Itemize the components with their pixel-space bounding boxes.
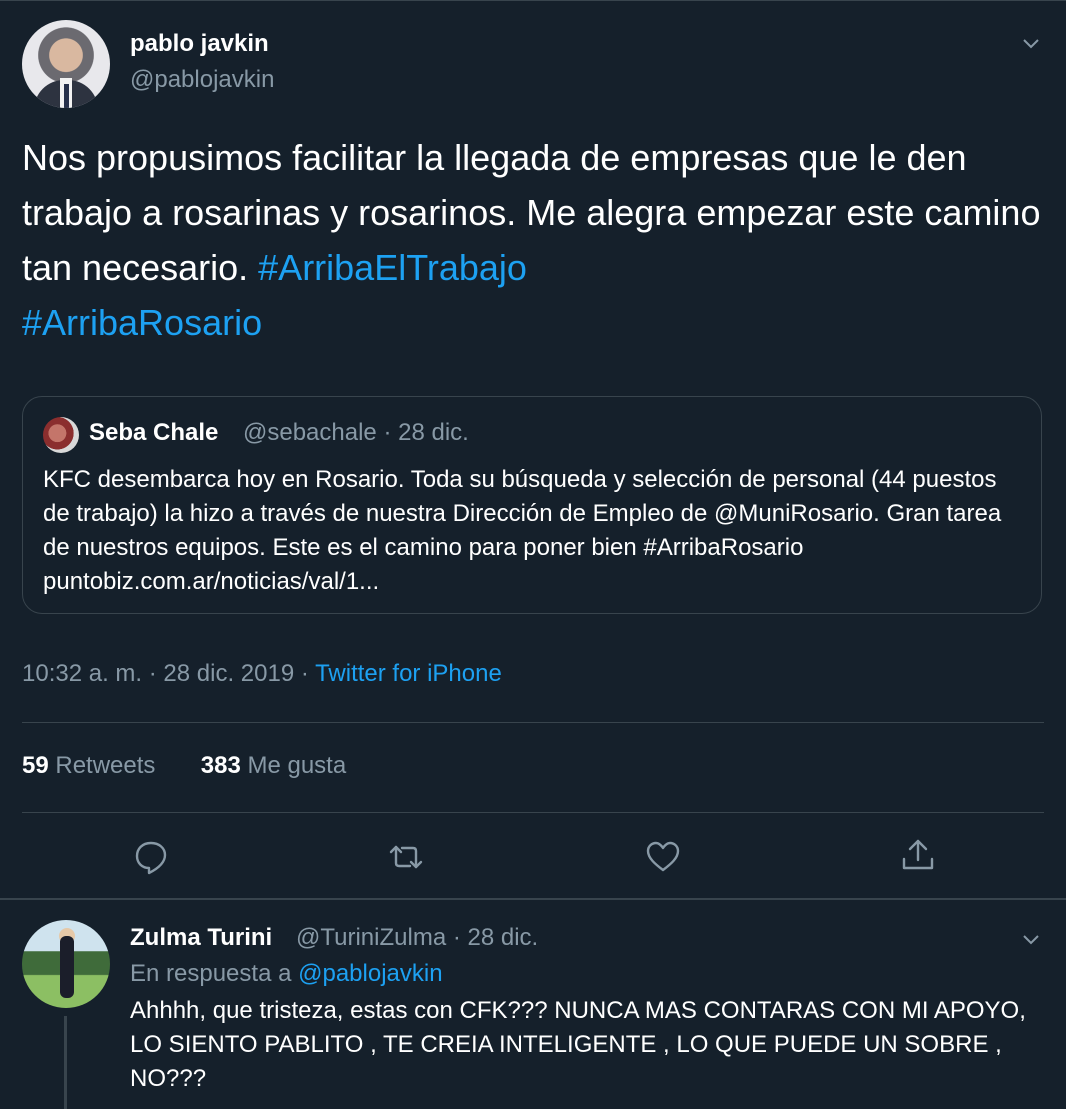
- likes-count: 383: [200, 752, 241, 779]
- chevron-down-icon[interactable]: [1020, 32, 1042, 54]
- quoted-tweet[interactable]: Seba Chale @sebachale · 28 dic. KFC dese…: [22, 396, 1042, 614]
- hashtag-link[interactable]: #ArribaRosario: [22, 302, 262, 343]
- divider: [22, 812, 1044, 813]
- tweet-timestamp: 10:32 a. m. · 28 dic. 2019 · Twitter for…: [22, 660, 502, 688]
- reply-author-name[interactable]: Zulma Turini: [130, 924, 272, 952]
- author-avatar[interactable]: [22, 20, 110, 108]
- likes-label: Me gusta: [240, 752, 347, 779]
- chevron-down-icon[interactable]: [1020, 928, 1042, 950]
- author-name[interactable]: pablo javkin: [130, 30, 269, 58]
- reply-meta[interactable]: @TuriniZulma · 28 dic.: [296, 924, 538, 952]
- source-link[interactable]: Twitter for iPhone: [315, 660, 502, 687]
- hashtag-link[interactable]: #ArribaElTrabajo: [258, 247, 527, 288]
- tweet-text-body: Nos propusimos facilitar la llegada de e…: [22, 137, 1041, 288]
- reply-to-prefix: En respuesta a: [130, 960, 299, 987]
- likes-stat[interactable]: 383 Me gusta: [201, 752, 346, 779]
- retweets-stat[interactable]: 59 Retweets: [22, 752, 155, 779]
- top-border: [0, 0, 1066, 1]
- reply-text: Ahhhh, que tristeza, estas con CFK??? NU…: [130, 997, 1026, 1092]
- reply-icon[interactable]: [133, 839, 169, 875]
- quoted-author-avatar: [43, 417, 79, 453]
- retweets-label: Retweets: [48, 752, 156, 779]
- quoted-author-name: Seba Chale: [89, 419, 219, 446]
- reply-to-mention[interactable]: @pablojavkin: [298, 960, 442, 987]
- reply-author-avatar[interactable]: [22, 920, 110, 1008]
- engagement-stats: 59 Retweets 383 Me gusta: [22, 752, 346, 780]
- author-handle[interactable]: @pablojavkin: [130, 66, 274, 94]
- divider: [22, 722, 1044, 723]
- quoted-meta: @sebachale · 28 dic.: [243, 419, 469, 446]
- share-icon[interactable]: [900, 837, 936, 873]
- section-divider: [0, 898, 1066, 900]
- retweet-icon[interactable]: [388, 839, 424, 875]
- reply-to-line: En respuesta a @pablojavkin: [130, 960, 443, 988]
- like-icon[interactable]: [645, 839, 681, 875]
- timestamp-text[interactable]: 10:32 a. m. · 28 dic. 2019 ·: [22, 660, 315, 687]
- thread-line: [64, 1016, 67, 1109]
- tweet-text: Nos propusimos facilitar la llegada de e…: [22, 130, 1042, 350]
- quoted-text: KFC desembarca hoy en Rosario. Toda su b…: [43, 466, 1002, 595]
- retweets-count: 59: [22, 752, 49, 779]
